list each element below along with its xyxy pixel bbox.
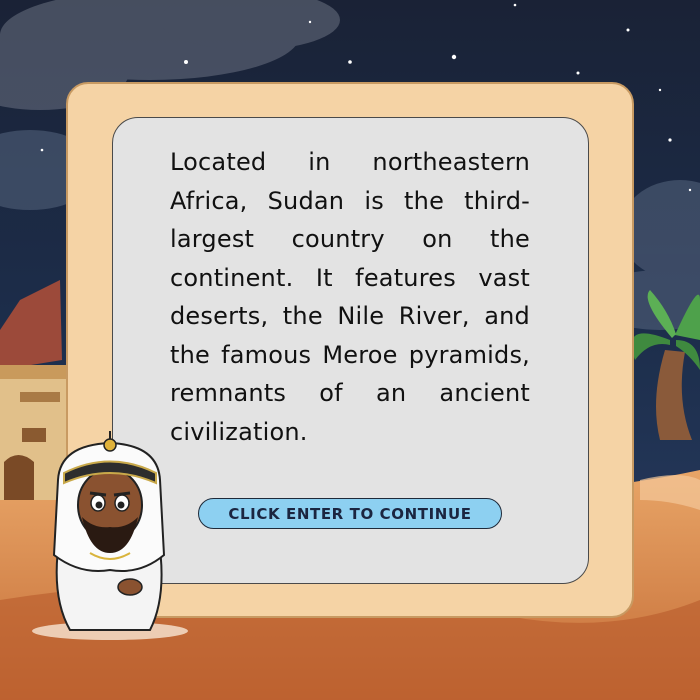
- continue-button[interactable]: CLICK ENTER TO CONTINUE: [198, 498, 502, 529]
- sudanese-man-character: [32, 431, 188, 640]
- dialog-message: Located in northeastern Africa, Sudan is…: [170, 148, 530, 446]
- game-scene: Located in northeastern Africa, Sudan is…: [0, 0, 700, 700]
